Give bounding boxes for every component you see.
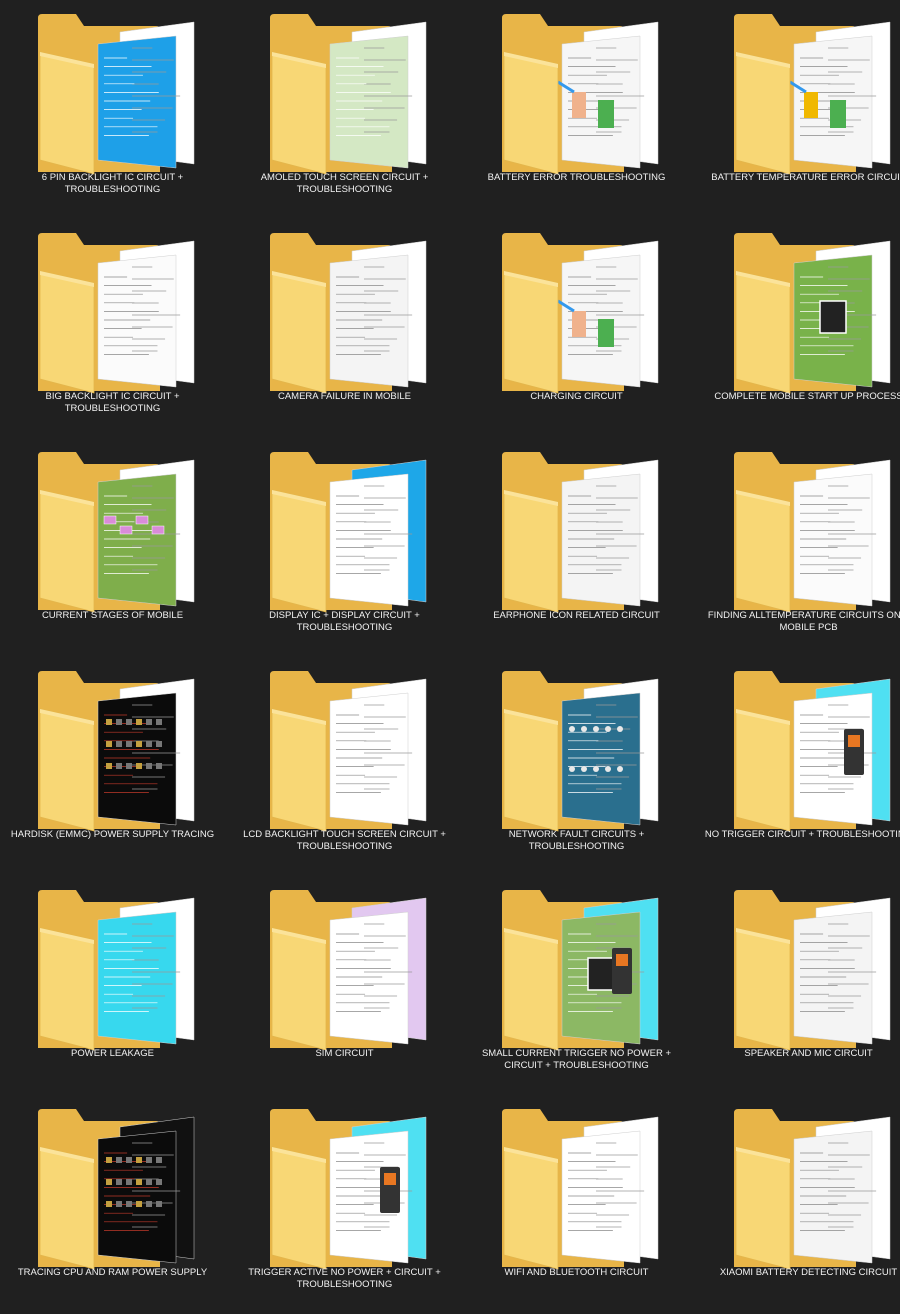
folder-item[interactable]: POWER LEAKAGE — [0, 876, 225, 1095]
folder-label: LCD BACKLIGHT TOUCH SCREEN CIRCUIT + TRO… — [243, 829, 446, 852]
folder-icon — [500, 1107, 659, 1270]
folder-item[interactable]: BATTERY TEMPERATURE ERROR CIRCUIT — [696, 0, 900, 219]
folder-icon — [36, 12, 195, 175]
folder-label: AMOLED TOUCH SCREEN CIRCUIT + TROUBLESHO… — [260, 172, 429, 195]
folder-label: HARDISK (EMMC) POWER SUPPLY TRACING — [10, 829, 215, 840]
folder-item[interactable]: LCD BACKLIGHT TOUCH SCREEN CIRCUIT + TRO… — [232, 657, 457, 876]
folder-icon — [268, 669, 427, 832]
folder-icon — [732, 888, 891, 1051]
folder-icon — [500, 450, 659, 613]
folder-label: SIM CIRCUIT — [315, 1048, 374, 1059]
folder-item[interactable]: HARDISK (EMMC) POWER SUPPLY TRACING — [0, 657, 225, 876]
folder-icon — [732, 450, 891, 613]
folder-icon — [732, 1107, 891, 1270]
folder-label: SMALL CURRENT TRIGGER NO POWER + CIRCUIT… — [481, 1048, 672, 1071]
folder-item[interactable]: AMOLED TOUCH SCREEN CIRCUIT + TROUBLESHO… — [232, 0, 457, 219]
folder-icon — [500, 12, 659, 175]
folder-icon — [36, 450, 195, 613]
folder-item[interactable]: SPEAKER AND MIC CIRCUIT — [696, 876, 900, 1095]
folder-item[interactable]: BATTERY ERROR TROUBLESHOOTING — [464, 0, 689, 219]
folder-item[interactable]: CURRENT STAGES OF MOBILE — [0, 438, 225, 657]
folder-icon — [36, 1107, 195, 1270]
folder-label: DISPLAY IC + DISPLAY CIRCUIT + TROUBLESH… — [269, 610, 420, 633]
folder-label: NETWORK FAULT CIRCUITS + TROUBLESHOOTING — [508, 829, 645, 852]
folder-item[interactable]: NO TRIGGER CIRCUIT + TROUBLESHOOTING — [696, 657, 900, 876]
folder-label: BATTERY TEMPERATURE ERROR CIRCUIT — [711, 172, 900, 183]
folder-icon — [268, 12, 427, 175]
folder-item[interactable]: CAMERA FAILURE IN MOBILE — [232, 219, 457, 438]
folder-icon — [732, 12, 891, 175]
folder-item[interactable]: BIG BACKLIGHT IC CIRCUIT + TROUBLESHOOTI… — [0, 219, 225, 438]
folder-label: CHARGING CIRCUIT — [530, 391, 623, 402]
folder-item[interactable]: EARPHONE ICON RELATED CIRCUIT — [464, 438, 689, 657]
folder-icon — [36, 669, 195, 832]
folder-item[interactable]: COMPLETE MOBILE START UP PROCESS — [696, 219, 900, 438]
folder-item[interactable]: CHARGING CIRCUIT — [464, 219, 689, 438]
folder-icon — [36, 231, 195, 394]
folder-label: WIFI AND BLUETOOTH CIRCUIT — [504, 1267, 649, 1278]
folder-item[interactable]: TRACING CPU AND RAM POWER SUPPLY — [0, 1095, 225, 1314]
folder-label: CAMERA FAILURE IN MOBILE — [277, 391, 412, 402]
folder-icon — [732, 231, 891, 394]
folder-label: CURRENT STAGES OF MOBILE — [41, 610, 184, 621]
folder-label: BATTERY ERROR TROUBLESHOOTING — [487, 172, 666, 183]
folder-label: SPEAKER AND MIC CIRCUIT — [744, 1048, 873, 1059]
folder-item[interactable]: NETWORK FAULT CIRCUITS + TROUBLESHOOTING — [464, 657, 689, 876]
folder-item[interactable]: WIFI AND BLUETOOTH CIRCUIT — [464, 1095, 689, 1314]
folder-icon — [500, 888, 659, 1051]
folder-icon — [500, 231, 659, 394]
folder-item[interactable]: TRIGGER ACTIVE NO POWER + CIRCUIT + TROU… — [232, 1095, 457, 1314]
folder-icon — [268, 888, 427, 1051]
folder-label: EARPHONE ICON RELATED CIRCUIT — [493, 610, 660, 621]
folder-label: COMPLETE MOBILE START UP PROCESS — [714, 391, 900, 402]
folder-item[interactable]: 6 PIN BACKLIGHT IC CIRCUIT + TROUBLESHOO… — [0, 0, 225, 219]
folder-label: POWER LEAKAGE — [71, 1048, 154, 1059]
folder-item[interactable]: SMALL CURRENT TRIGGER NO POWER + CIRCUIT… — [464, 876, 689, 1095]
folder-icon — [732, 669, 891, 832]
folder-label: TRACING CPU AND RAM POWER SUPPLY — [17, 1267, 208, 1278]
folder-grid: 6 PIN BACKLIGHT IC CIRCUIT + TROUBLESHOO… — [0, 0, 900, 1305]
folder-label: XIAOMI BATTERY DETECTING CIRCUIT — [719, 1267, 898, 1278]
folder-label: TRIGGER ACTIVE NO POWER + CIRCUIT + TROU… — [248, 1267, 441, 1290]
folder-label: FINDING ALLTEMPERATURE CIRCUITS ON A MOB… — [707, 610, 900, 633]
folder-icon — [268, 231, 427, 394]
folder-item[interactable]: FINDING ALLTEMPERATURE CIRCUITS ON A MOB… — [696, 438, 900, 657]
folder-icon — [500, 669, 659, 832]
folder-label: BIG BACKLIGHT IC CIRCUIT + TROUBLESHOOTI… — [45, 391, 180, 414]
folder-label: NO TRIGGER CIRCUIT + TROUBLESHOOTING — [704, 829, 900, 840]
folder-item[interactable]: SIM CIRCUIT — [232, 876, 457, 1095]
folder-item[interactable]: XIAOMI BATTERY DETECTING CIRCUIT — [696, 1095, 900, 1314]
folder-icon — [36, 888, 195, 1051]
folder-label: 6 PIN BACKLIGHT IC CIRCUIT + TROUBLESHOO… — [41, 172, 184, 195]
folder-icon — [268, 1107, 427, 1270]
folder-item[interactable]: DISPLAY IC + DISPLAY CIRCUIT + TROUBLESH… — [232, 438, 457, 657]
folder-icon — [268, 450, 427, 613]
